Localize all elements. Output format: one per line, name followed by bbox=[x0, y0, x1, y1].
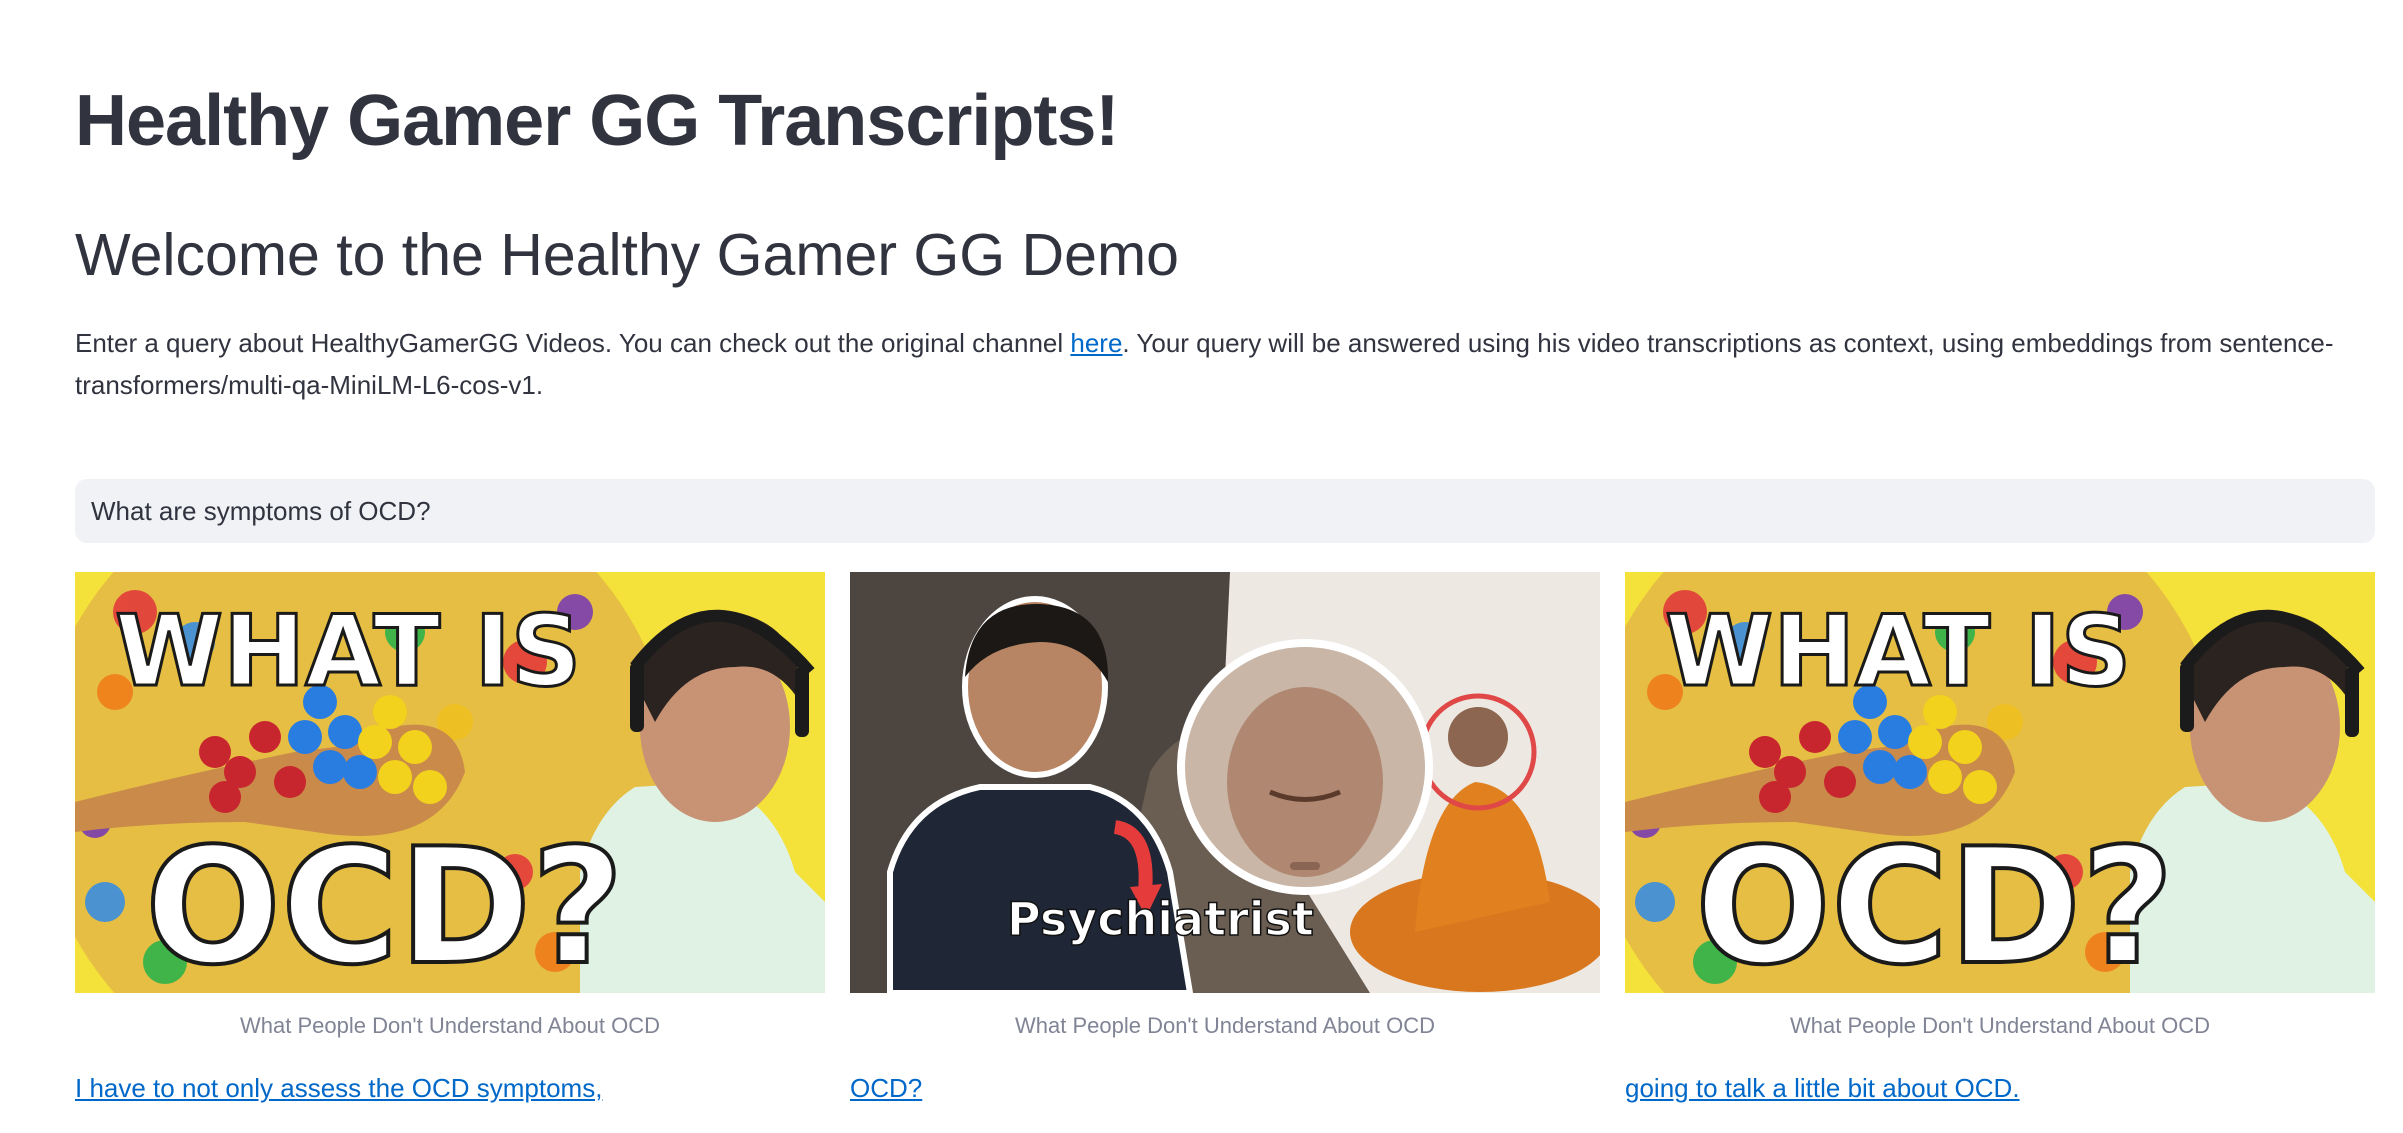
intro-text: Enter a query about HealthyGamerGG Video… bbox=[75, 322, 2355, 406]
video-caption: What People Don't Understand About OCD bbox=[1015, 1013, 1435, 1038]
page-title: Healthy Gamer GG Transcripts! bbox=[75, 81, 1119, 161]
video-thumbnail[interactable]: WHAT IS OCD? bbox=[1625, 572, 2375, 993]
thumb-text-line1: WHAT IS bbox=[1665, 595, 2131, 709]
intro-text-before: Enter a query about HealthyGamerGG Video… bbox=[75, 328, 1071, 358]
query-field[interactable] bbox=[75, 479, 2375, 543]
results-grid: WHAT IS OCD? What People Don't Understan… bbox=[75, 572, 2375, 1112]
thumb-text-line2: OCD? bbox=[1695, 813, 2174, 993]
video-caption: What People Don't Understand About OCD bbox=[1790, 1013, 2210, 1038]
query-input[interactable] bbox=[89, 494, 2361, 528]
thumb-text-line1: WHAT IS bbox=[115, 595, 581, 709]
page-subtitle: Welcome to the Healthy Gamer GG Demo bbox=[75, 222, 1179, 288]
video-thumbnail[interactable]: WHAT IS OCD? bbox=[75, 572, 825, 993]
snippet-link[interactable]: going to talk a little bit about OCD. bbox=[1625, 1073, 2020, 1104]
result-card: WHAT IS OCD? What People Don't Understan… bbox=[1625, 572, 2375, 1104]
snippet-link[interactable]: OCD? bbox=[850, 1073, 922, 1104]
result-card: Psychiatrist What People Don't Understan… bbox=[850, 572, 1600, 1104]
video-caption: What People Don't Understand About OCD bbox=[240, 1013, 660, 1038]
thumb-text-line2: OCD? bbox=[145, 813, 624, 993]
snippet-link[interactable]: I have to not only assess the OCD sympto… bbox=[75, 1073, 602, 1104]
video-thumbnail[interactable]: Psychiatrist bbox=[850, 572, 1600, 993]
channel-link[interactable]: here bbox=[1070, 328, 1122, 358]
thumb-text-label: Psychiatrist bbox=[1007, 892, 1314, 946]
result-card: WHAT IS OCD? What People Don't Understan… bbox=[75, 572, 825, 1104]
